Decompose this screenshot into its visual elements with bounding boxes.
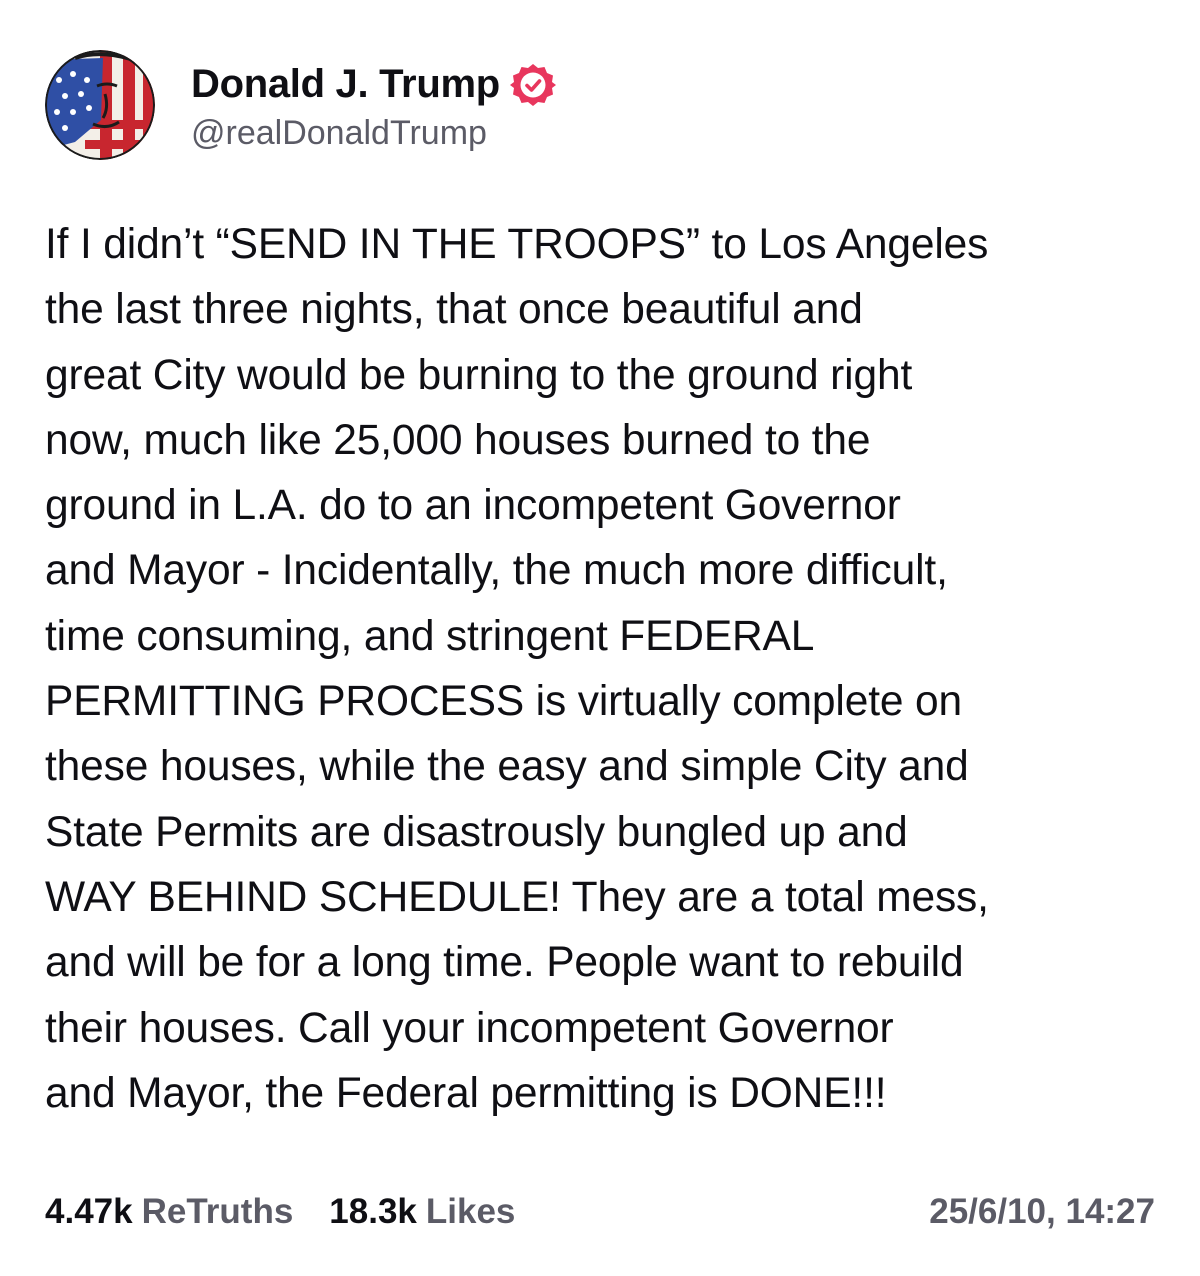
post-timestamp[interactable]: 25/6/10, 14:27 xyxy=(929,1192,1155,1232)
flag-portrait-avatar-icon xyxy=(45,50,155,160)
avatar[interactable] xyxy=(45,50,155,160)
author-identity: Donald J. Trump @realDonaldTrump xyxy=(191,58,556,153)
post-header: Donald J. Trump @realDonaldTrump xyxy=(45,50,556,160)
truth-post: Donald J. Trump @realDonaldTrump If I di… xyxy=(0,0,1200,1276)
likes-label: Likes xyxy=(425,1192,516,1231)
likes-count: 18.3k xyxy=(329,1192,417,1231)
retruths-stat[interactable]: 4.47k ReTruths xyxy=(45,1192,293,1232)
post-footer: 4.47k ReTruths 18.3k Likes 25/6/10, 14:2… xyxy=(45,1188,1155,1236)
name-row: Donald J. Trump xyxy=(191,58,556,112)
verified-badge-icon xyxy=(509,62,556,108)
post-body-text: If I didn’t “SEND IN THE TROOPS” to Los … xyxy=(45,221,989,1117)
likes-stat[interactable]: 18.3k Likes xyxy=(329,1192,515,1232)
author-display-name[interactable]: Donald J. Trump xyxy=(191,62,500,107)
retruths-label: ReTruths xyxy=(141,1192,294,1231)
retruths-count: 4.47k xyxy=(45,1192,133,1231)
author-handle[interactable]: @realDonaldTrump xyxy=(191,114,556,153)
